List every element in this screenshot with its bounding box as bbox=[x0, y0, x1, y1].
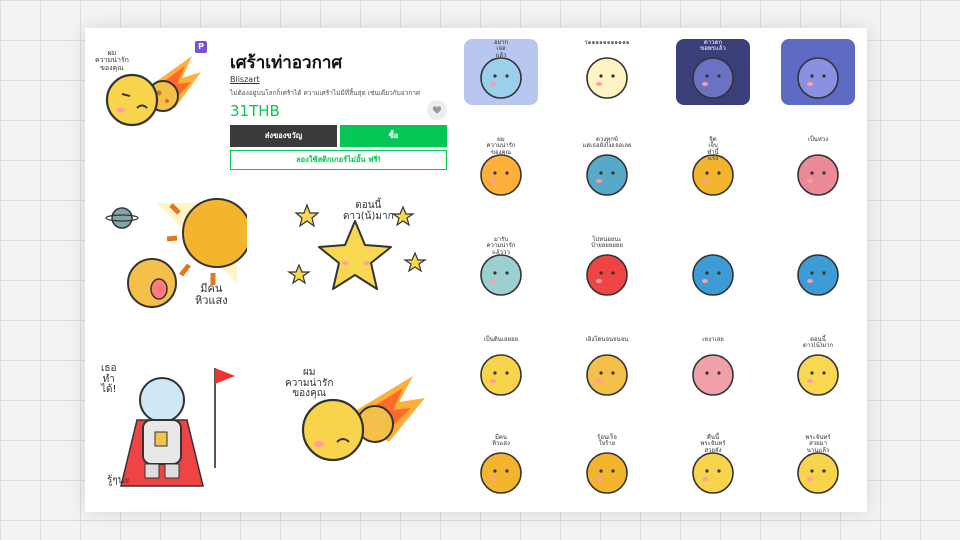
sticker-item-9[interactable]: มารับ ความน่ารัก แล้ววว bbox=[461, 233, 541, 305]
sticker-item-5[interactable]: ผม ความน่ารัก ของคุณ bbox=[461, 133, 541, 205]
sticker-item-13[interactable]: เป็นดินเลยยย bbox=[461, 333, 541, 405]
sticker-item-20[interactable]: พระจันทร์ สวยมา นานแล้ว bbox=[778, 431, 858, 503]
buy-button[interactable]: ซื้อ bbox=[340, 125, 447, 147]
preview-caption-3-top: เธอ ทำ ได้! bbox=[101, 363, 117, 395]
sticker-caption-2: ร๑๑๑๑๑๑๑๑๑๑๑ bbox=[584, 39, 630, 46]
sticker-item-19[interactable]: คืนนี้ พระจันทร์ สวยจัง bbox=[673, 431, 753, 503]
preview-sticker-4[interactable]: ผม ความน่ารัก ของคุณ bbox=[285, 358, 435, 498]
preview-sticker-1[interactable]: มีคน หิวแสง bbox=[97, 193, 247, 333]
sticker-item-10[interactable]: ไปหน่อยนะ บ้ายยยยยยย bbox=[567, 233, 647, 305]
sticker-item-14[interactable]: เอิงโดนจนจนจน bbox=[567, 333, 647, 405]
sticker-item-6[interactable]: ดวงทุกข์ แต่เธอยังไม่เจอเลย bbox=[567, 133, 647, 205]
sticker-caption-7: จิต เจ็บ ทำนี้ แรง bbox=[707, 136, 719, 162]
sticker-product-panel: ผม ความน่ารัก ของคุณ P เศร้าเท่าอวกาศ Bl… bbox=[85, 28, 867, 512]
sticker-item-2[interactable]: ร๑๑๑๑๑๑๑๑๑๑๑ bbox=[567, 36, 647, 108]
preview-caption-2: ตอนนี้ ดาว(น้)มาก bbox=[343, 200, 394, 222]
sticker-item-11[interactable] bbox=[673, 233, 753, 305]
preview-caption-3-bottom: รู้ๆนะ bbox=[107, 475, 130, 486]
sticker-caption-17: มีคน หิวแสง bbox=[492, 434, 510, 448]
sticker-caption-13: เป็นดินเลยยย bbox=[483, 336, 519, 343]
sticker-caption-6: ดวงทุกข์ แต่เธอยังไม่เจอเลย bbox=[582, 136, 632, 150]
premium-badge-icon: P bbox=[195, 41, 207, 53]
sticker-item-8[interactable]: เป็นห่วง bbox=[778, 133, 858, 205]
preview-caption-4: ผม ความน่ารัก ของคุณ bbox=[285, 367, 334, 399]
try-free-button[interactable]: ลองใช้สติกเกอร์ไม่อั้น ฟรี! bbox=[230, 150, 447, 170]
preview-caption-1: มีคน หิวแสง bbox=[195, 282, 228, 307]
sticker-caption-19: คืนนี้ พระจันทร์ สวยจัง bbox=[700, 434, 726, 454]
sticker-caption-9: มารับ ความน่ารัก แล้ววว bbox=[486, 236, 516, 256]
product-title: เศร้าเท่าอวกาศ bbox=[230, 53, 343, 73]
author-link[interactable]: Bliszart bbox=[230, 75, 260, 84]
sticker-item-7[interactable]: จิต เจ็บ ทำนี้ แรง bbox=[673, 133, 753, 205]
sticker-caption-3: ดาวตก ขอพรแล้ว bbox=[700, 39, 726, 53]
sticker-caption-10: ไปหน่อยนะ บ้ายยยยยยย bbox=[591, 236, 623, 250]
sticker-caption-15: เหงาเลย bbox=[702, 336, 724, 343]
heart-icon bbox=[432, 106, 442, 114]
preview-sticker-2[interactable]: ตอนนี้ ดาว(น้)มาก bbox=[285, 193, 435, 333]
sticker-item-12[interactable] bbox=[778, 233, 858, 305]
sticker-caption-5: ผม ความน่ารัก ของคุณ bbox=[486, 136, 516, 156]
sticker-caption-14: เอิงโดนจนจนจน bbox=[585, 336, 629, 343]
sticker-item-1[interactable]: อยาก เจอ แล้ว bbox=[461, 36, 541, 108]
sticker-item-17[interactable]: มีคน หิวแสง bbox=[461, 431, 541, 503]
sticker-caption-18: ร้อนเร็จ ใจร้าย bbox=[597, 434, 617, 448]
sticker-caption-20: พระจันทร์ สวยมา นานแล้ว bbox=[805, 434, 831, 454]
preview-sticker-3[interactable]: เธอ ทำ ได้! รู้ๆนะ bbox=[97, 358, 247, 498]
main-caption: ผม ความน่ารัก ของคุณ bbox=[95, 49, 129, 72]
favorite-button[interactable] bbox=[427, 100, 447, 120]
sticker-caption-8: เป็นห่วง bbox=[807, 136, 829, 143]
sticker-caption-16: ตอนนี้ ดาว(น้)มาก bbox=[802, 336, 834, 350]
sticker-item-15[interactable]: เหงาเลย bbox=[673, 333, 753, 405]
send-gift-button[interactable]: ส่งของขวัญ bbox=[230, 125, 337, 147]
sticker-item-18[interactable]: ร้อนเร็จ ใจร้าย bbox=[567, 431, 647, 503]
product-price: 31THB bbox=[230, 102, 280, 120]
sticker-caption-1: อยาก เจอ แล้ว bbox=[493, 39, 509, 59]
main-sticker-thumbnail: ผม ความน่ารัก ของคุณ bbox=[95, 38, 209, 150]
sticker-item-3[interactable]: ดาวตก ขอพรแล้ว bbox=[673, 36, 753, 108]
product-description: ไม่ต้องอยู่บนโลกก็เศร้าได้ ความเศร้าไม่ม… bbox=[230, 89, 421, 97]
sticker-item-4[interactable] bbox=[778, 36, 858, 108]
sticker-item-16[interactable]: ตอนนี้ ดาว(น้)มาก bbox=[778, 333, 858, 405]
